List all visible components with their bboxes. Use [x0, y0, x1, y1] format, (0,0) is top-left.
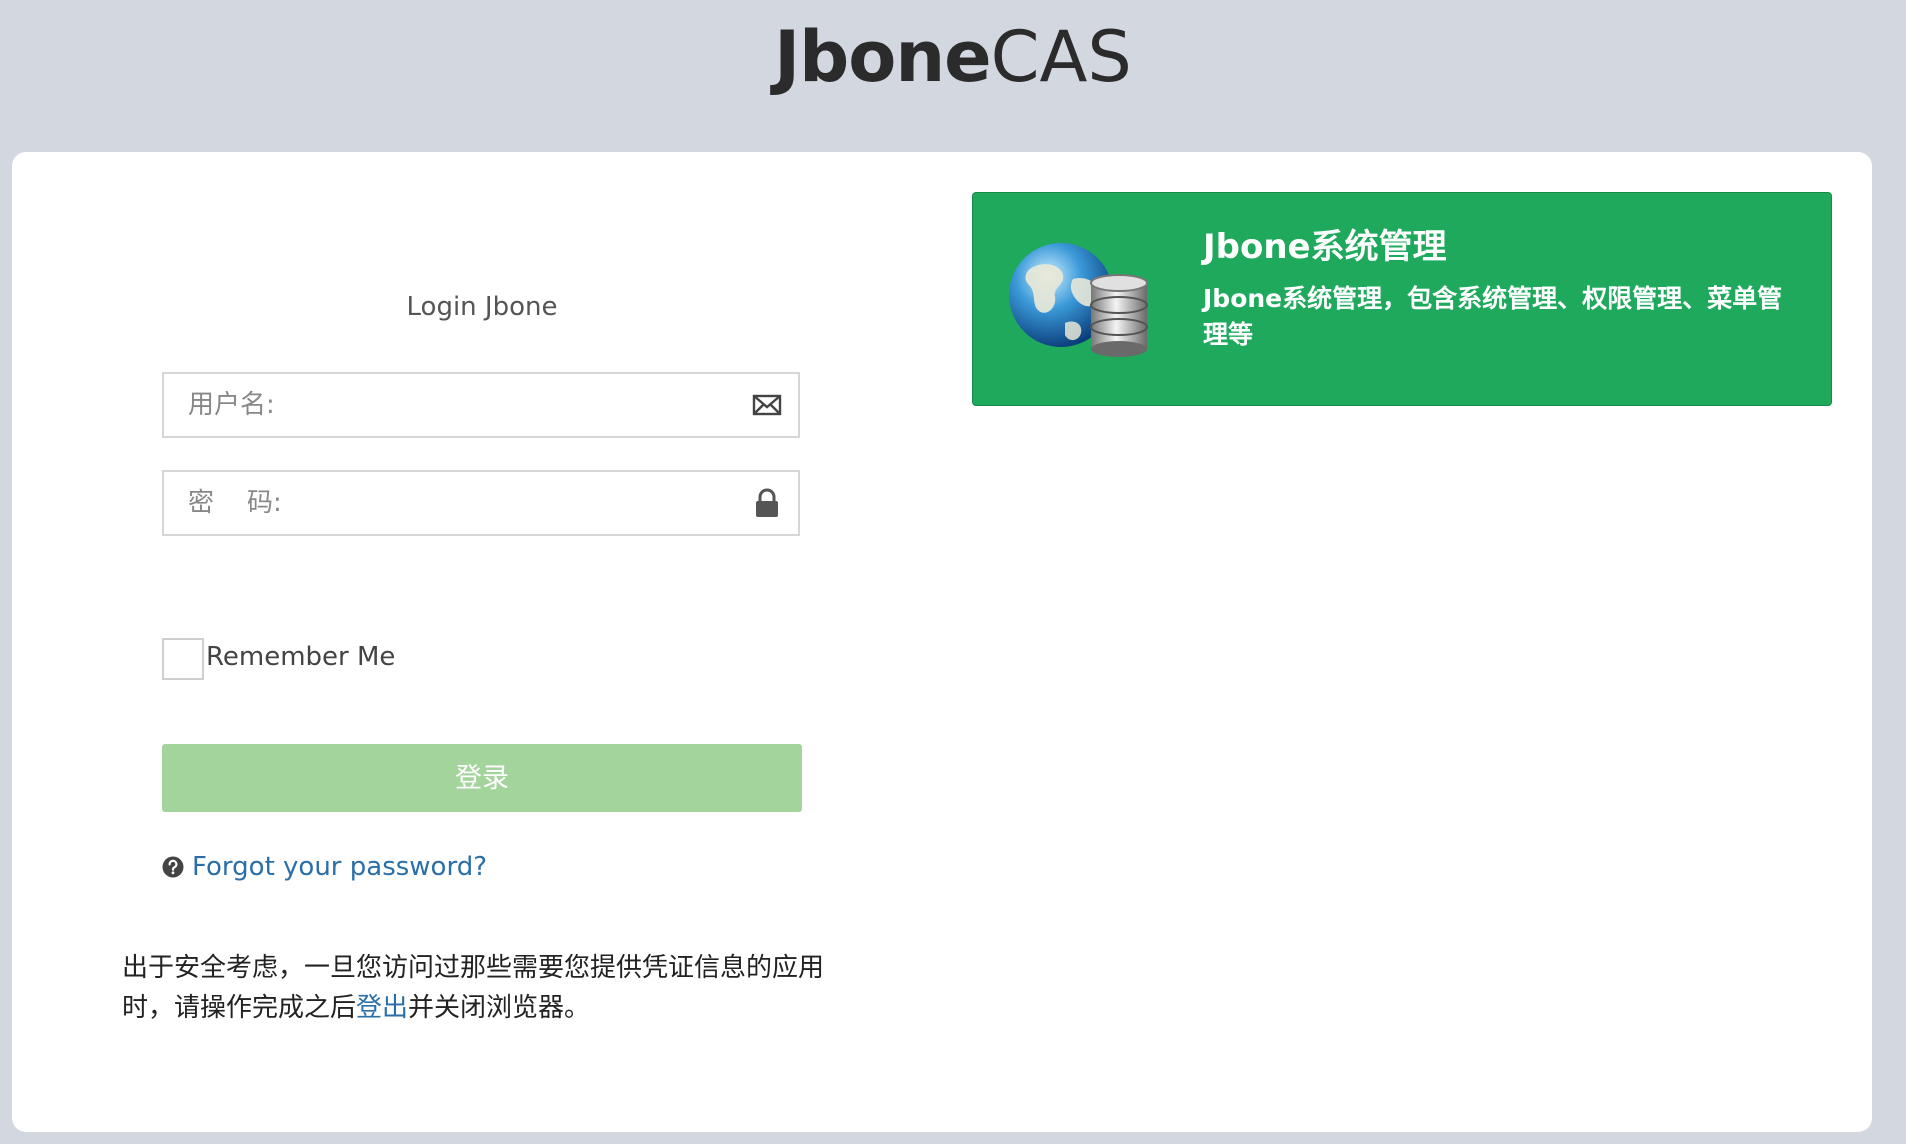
app-tile-description: Jbone系统管理，包含系统管理、权限管理、菜单管理等: [1203, 284, 1783, 349]
app-tile-jbone-system[interactable]: Jbone系统管理 Jbone系统管理，包含系统管理、权限管理、菜单管理等: [972, 192, 1832, 406]
envelope-icon: [752, 394, 782, 416]
lock-icon: [756, 488, 778, 517]
username-input[interactable]: [164, 374, 724, 436]
login-title: Login Jbone: [406, 292, 558, 322]
forgot-password-link[interactable]: Forgot your password?: [192, 852, 487, 882]
logout-link[interactable]: 登出: [356, 993, 408, 1023]
question-circle-icon: [162, 856, 184, 878]
brand-logo: JboneCAS: [0, 14, 1906, 100]
app-tile-title: Jbone系统管理: [1203, 227, 1447, 267]
security-notice-text-end: 并关闭浏览器。: [408, 993, 591, 1023]
remember-me-label[interactable]: Remember Me: [206, 642, 395, 672]
page-header: JboneCAS: [0, 0, 1906, 152]
login-card: Login Jbone Remember Me 登录 Forgot your p…: [12, 152, 1872, 1132]
login-button[interactable]: 登录: [162, 744, 802, 812]
remember-me-checkbox[interactable]: [162, 638, 204, 680]
brand-logo-light: CAS: [990, 16, 1132, 98]
security-notice: 出于安全考虑，一旦您访问过那些需要您提供凭证信息的应用时，请操作完成之后登出并关…: [122, 948, 842, 1028]
brand-logo-bold: Jbone: [774, 16, 992, 98]
globe-database-icon: [1009, 243, 1148, 357]
password-field[interactable]: [162, 470, 800, 536]
password-input[interactable]: [164, 472, 724, 534]
username-field[interactable]: [162, 372, 800, 438]
